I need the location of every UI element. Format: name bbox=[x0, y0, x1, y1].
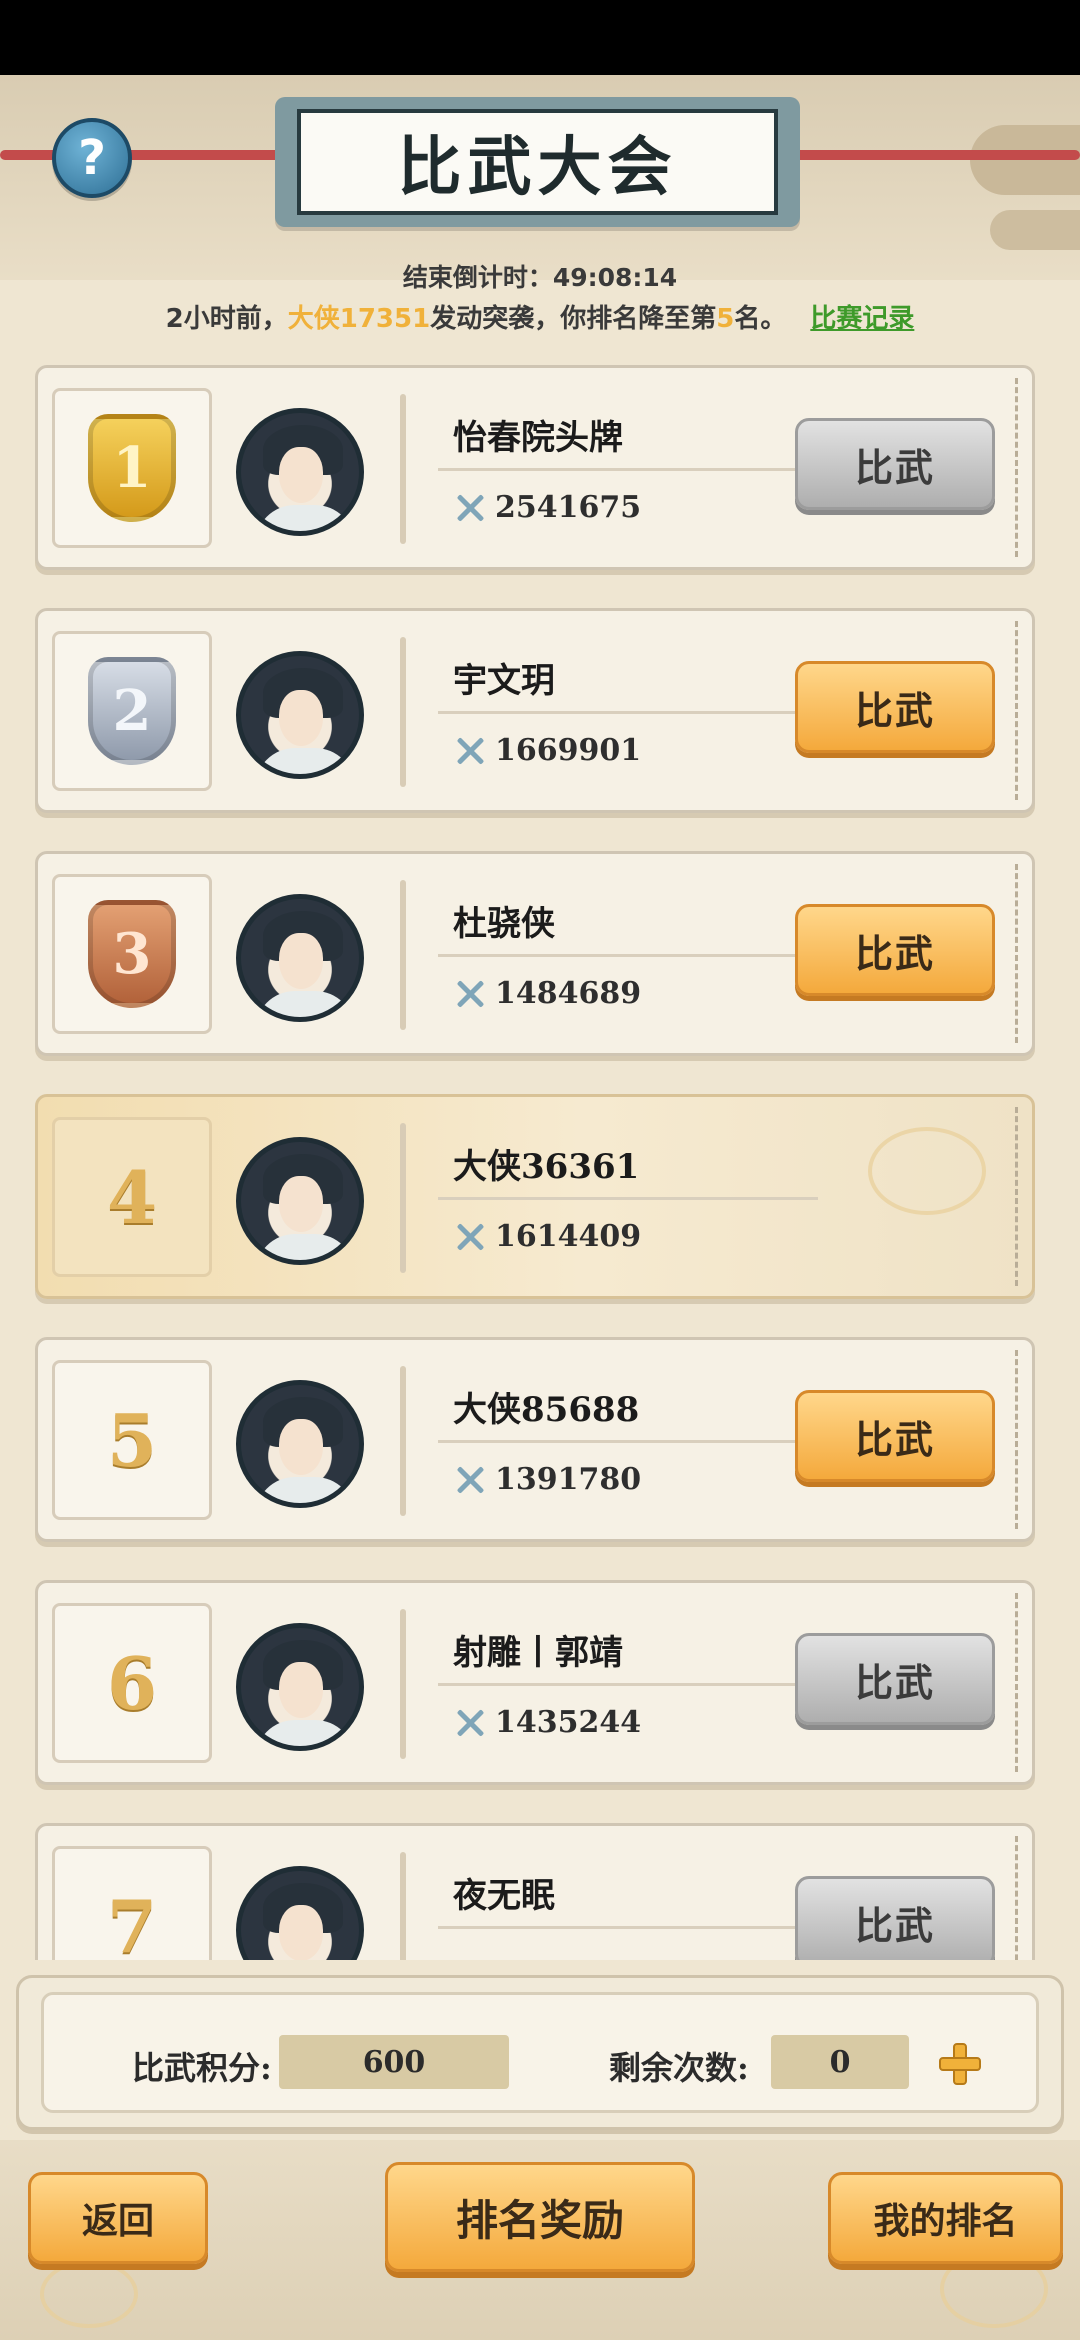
challenge-button[interactable]: 比武 bbox=[795, 904, 995, 996]
crossed-swords-icon bbox=[453, 977, 487, 1011]
power-value: 2541675 bbox=[495, 490, 642, 525]
power-value: 1435244 bbox=[495, 1705, 642, 1740]
rank-number: 6 bbox=[106, 1640, 158, 1726]
combat-power: 1391780 bbox=[453, 1462, 641, 1497]
name-underline bbox=[438, 1440, 818, 1443]
points-label: 比武积分: bbox=[132, 2049, 272, 2087]
divider bbox=[400, 1852, 406, 1960]
player-card: 6 射雕丨郭靖 1435244 比武 bbox=[35, 1580, 1035, 1785]
player-name: 宇文玥 bbox=[453, 661, 555, 701]
cloud-ornament bbox=[868, 1127, 986, 1215]
player-avatar[interactable] bbox=[236, 651, 364, 779]
power-value: 1391780 bbox=[495, 1462, 642, 1497]
silver-medal-icon: 2 bbox=[88, 657, 176, 765]
challenge-button[interactable]: 比武 bbox=[795, 661, 995, 753]
player-avatar[interactable] bbox=[236, 1380, 364, 1508]
divider bbox=[400, 394, 406, 544]
player-avatar[interactable] bbox=[236, 894, 364, 1022]
combat-power: 1435244 bbox=[453, 1705, 641, 1740]
points-value: 600 bbox=[279, 2035, 509, 2089]
player-avatar[interactable] bbox=[236, 1866, 364, 1960]
name-underline bbox=[438, 468, 818, 471]
combat-power: 1669901 bbox=[453, 733, 641, 768]
gold-medal-icon: 1 bbox=[88, 414, 176, 522]
player-card: 1 怡春院头牌 2541675 比武 bbox=[35, 365, 1035, 570]
my-ranking-button[interactable]: 我的排名 bbox=[828, 2172, 1063, 2264]
challenge-button[interactable]: 比武 bbox=[795, 1633, 995, 1725]
remaining-label: 剩余次数: bbox=[609, 2049, 749, 2087]
player-card: 4 大侠36361 1614409 bbox=[35, 1094, 1035, 1299]
divider bbox=[400, 880, 406, 1030]
rank-badge: 4 bbox=[52, 1117, 212, 1277]
ranking-rewards-button[interactable]: 排名奖励 bbox=[385, 2162, 695, 2272]
crossed-swords-icon bbox=[453, 1220, 487, 1254]
combat-power: 1614409 bbox=[453, 1219, 641, 1254]
player-avatar[interactable] bbox=[236, 1137, 364, 1265]
rank-number: 7 bbox=[106, 1883, 158, 1961]
player-avatar[interactable] bbox=[236, 408, 364, 536]
rank-number: 5 bbox=[106, 1397, 158, 1483]
remaining-value: 0 bbox=[771, 2035, 909, 2089]
divider bbox=[400, 1609, 406, 1759]
crossed-swords-icon bbox=[453, 1463, 487, 1497]
bronze-medal-icon: 3 bbox=[88, 900, 176, 1008]
rank-badge: 5 bbox=[52, 1360, 212, 1520]
challenge-button[interactable]: 比武 bbox=[795, 1876, 995, 1960]
player-card: 3 杜骁侠 1484689 比武 bbox=[35, 851, 1035, 1056]
rank-number: 4 bbox=[106, 1154, 158, 1240]
player-name: 射雕丨郭靖 bbox=[453, 1633, 623, 1673]
power-value: 1484689 bbox=[495, 976, 642, 1011]
name-underline bbox=[438, 711, 818, 714]
name-underline bbox=[438, 1197, 818, 1200]
divider bbox=[400, 1123, 406, 1273]
player-name: 怡春院头牌 bbox=[453, 418, 623, 458]
back-button[interactable]: 返回 bbox=[28, 2172, 208, 2264]
challenge-button[interactable]: 比武 bbox=[795, 418, 995, 510]
crossed-swords-icon bbox=[453, 734, 487, 768]
challenge-button[interactable]: 比武 bbox=[795, 1390, 995, 1482]
player-name: 大侠36361 bbox=[453, 1147, 640, 1187]
add-attempts-plus-icon[interactable] bbox=[939, 2043, 981, 2085]
name-underline bbox=[438, 1683, 818, 1686]
combat-power: 2541675 bbox=[453, 490, 641, 525]
crossed-swords-icon bbox=[453, 1706, 487, 1740]
name-underline bbox=[438, 1926, 818, 1929]
cloud-ornament bbox=[40, 2260, 138, 2328]
rank-badge: 2 bbox=[52, 631, 212, 791]
player-avatar[interactable] bbox=[236, 1623, 364, 1751]
rank-badge: 1 bbox=[52, 388, 212, 548]
crossed-swords-icon bbox=[453, 491, 487, 525]
combat-power: 1484689 bbox=[453, 976, 641, 1011]
player-card: 2 宇文玥 1669901 比武 bbox=[35, 608, 1035, 813]
divider bbox=[400, 1366, 406, 1516]
rank-badge: 3 bbox=[52, 874, 212, 1034]
player-name: 大侠85688 bbox=[453, 1390, 640, 1430]
name-underline bbox=[438, 954, 818, 957]
divider bbox=[400, 637, 406, 787]
score-panel: 比武积分: 600 剩余次数: 0 bbox=[16, 1975, 1064, 2130]
player-card: 5 大侠85688 1391780 比武 bbox=[35, 1337, 1035, 1542]
player-card: 7 夜无眠 比武 bbox=[35, 1823, 1035, 1960]
power-value: 1669901 bbox=[495, 733, 642, 768]
player-name: 杜骁侠 bbox=[453, 904, 555, 944]
ranking-list[interactable]: 1 怡春院头牌 2541675 比武 2 宇文玥 1669901 比武 3 杜骁侠 1484689 比… bbox=[0, 0, 1080, 1960]
rank-badge: 7 bbox=[52, 1846, 212, 1960]
rank-badge: 6 bbox=[52, 1603, 212, 1763]
player-name: 夜无眠 bbox=[453, 1876, 555, 1916]
power-value: 1614409 bbox=[495, 1219, 642, 1254]
